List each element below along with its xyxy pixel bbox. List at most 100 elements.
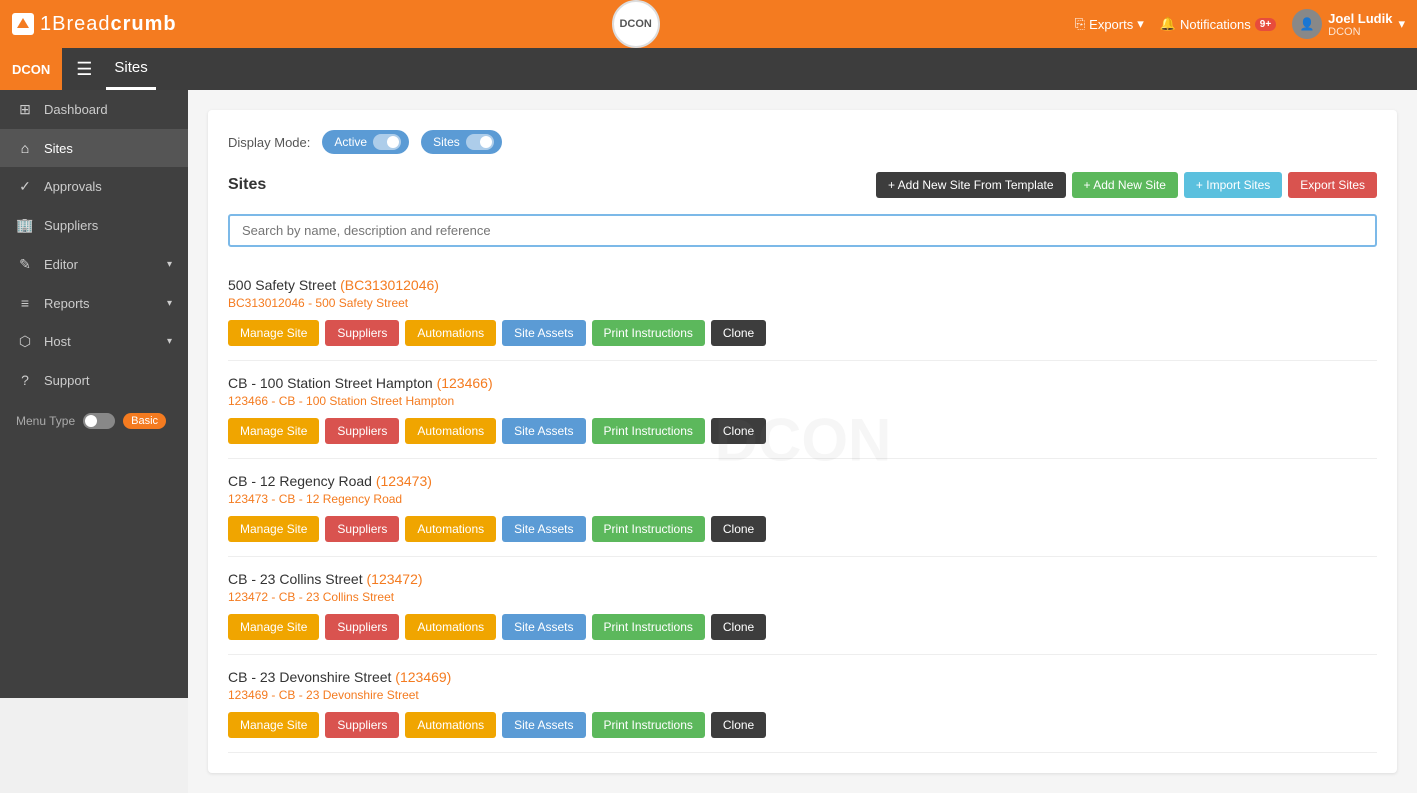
add-new-site-button[interactable]: + Add New Site (1072, 172, 1178, 198)
automations-button[interactable]: Automations (405, 614, 496, 640)
logo-icon (12, 13, 34, 35)
site-name: CB - 23 Collins Street (123472) (228, 571, 1377, 587)
content-card: DCON Display Mode: Active Sites Sites (208, 110, 1397, 773)
approvals-icon: ✓ (16, 178, 34, 195)
display-mode-row: Display Mode: Active Sites (228, 130, 1377, 154)
export-sites-button[interactable]: Export Sites (1288, 172, 1377, 198)
site-sub: 123466 - CB - 100 Station Street Hampton (228, 394, 1377, 408)
manage-site-button[interactable]: Manage Site (228, 712, 319, 738)
second-navbar: DCON ☰ Sites (0, 48, 1417, 90)
site-assets-button[interactable]: Site Assets (502, 516, 585, 542)
reports-expand-icon: ▾ (167, 298, 172, 309)
sites-toggle[interactable]: Sites (421, 130, 502, 154)
clone-button[interactable]: Clone (711, 418, 766, 444)
user-details: Joel Ludik DCON (1328, 11, 1392, 38)
reports-icon: ≡ (16, 295, 34, 311)
hamburger-menu[interactable]: ☰ (62, 59, 106, 80)
automations-button[interactable]: Automations (405, 516, 496, 542)
center-logo-area: DCON (197, 0, 1075, 48)
sidebar: ⊞ Dashboard ⌂ Sites ✓ Approvals 🏢 Suppli… (0, 90, 188, 698)
automations-button[interactable]: Automations (405, 418, 496, 444)
site-buttons: Manage Site Suppliers Automations Site A… (228, 614, 1377, 640)
sidebar-item-support[interactable]: ? Support (0, 361, 188, 399)
sites-list: 500 Safety Street (BC313012046) BC313012… (228, 263, 1377, 753)
manage-site-button[interactable]: Manage Site (228, 418, 319, 444)
automations-button[interactable]: Automations (405, 712, 496, 738)
print-instructions-button[interactable]: Print Instructions (592, 320, 705, 346)
suppliers-button[interactable]: Suppliers (325, 320, 399, 346)
site-id: (123469) (395, 669, 451, 685)
site-name: 500 Safety Street (BC313012046) (228, 277, 1377, 293)
site-buttons: Manage Site Suppliers Automations Site A… (228, 516, 1377, 542)
automations-button[interactable]: Automations (405, 320, 496, 346)
site-buttons: Manage Site Suppliers Automations Site A… (228, 418, 1377, 444)
dashboard-icon: ⊞ (16, 101, 34, 118)
sidebar-item-suppliers[interactable]: 🏢 Suppliers (0, 206, 188, 245)
sidebar-item-sites[interactable]: ⌂ Sites (0, 129, 188, 167)
site-sub: 123469 - CB - 23 Devonshire Street (228, 688, 1377, 702)
site-id: (BC313012046) (340, 277, 439, 293)
clone-button[interactable]: Clone (711, 712, 766, 738)
suppliers-button[interactable]: Suppliers (325, 712, 399, 738)
menu-type-row: Menu Type Basic (0, 403, 188, 439)
user-chevron-icon: ▾ (1398, 16, 1405, 32)
sidebar-item-approvals[interactable]: ✓ Approvals (0, 167, 188, 206)
site-item: 500 Safety Street (BC313012046) BC313012… (228, 263, 1377, 361)
site-name: CB - 100 Station Street Hampton (123466) (228, 375, 1377, 391)
editor-expand-icon: ▾ (167, 259, 172, 270)
site-item: CB - 23 Collins Street (123472) 123472 -… (228, 557, 1377, 655)
clone-button[interactable]: Clone (711, 320, 766, 346)
search-input[interactable] (228, 214, 1377, 247)
page-tab-sites[interactable]: Sites (106, 48, 155, 90)
sidebar-item-editor[interactable]: ✎ Editor ▾ (0, 245, 188, 284)
suppliers-button[interactable]: Suppliers (325, 614, 399, 640)
site-item: CB - 12 Regency Road (123473) 123473 - C… (228, 459, 1377, 557)
dcon-badge[interactable]: DCON (0, 48, 62, 90)
app-name: 1Breadcrumb (40, 13, 177, 36)
print-instructions-button[interactable]: Print Instructions (592, 712, 705, 738)
menu-type-toggle[interactable] (83, 413, 115, 429)
site-assets-button[interactable]: Site Assets (502, 418, 585, 444)
print-instructions-button[interactable]: Print Instructions (592, 418, 705, 444)
clone-button[interactable]: Clone (711, 614, 766, 640)
sites-icon: ⌂ (16, 140, 34, 156)
display-mode-label: Display Mode: (228, 135, 310, 150)
manage-site-button[interactable]: Manage Site (228, 320, 319, 346)
top-navbar: 1Breadcrumb DCON ⎘ Exports ▾ 🔔 Notificat… (0, 0, 1417, 48)
page-layout: ⊞ Dashboard ⌂ Sites ✓ Approvals 🏢 Suppli… (0, 90, 1417, 793)
suppliers-button[interactable]: Suppliers (325, 516, 399, 542)
app-logo: 1Breadcrumb (12, 13, 177, 36)
sidebar-item-reports[interactable]: ≡ Reports ▾ (0, 284, 188, 322)
import-sites-button[interactable]: + Import Sites (1184, 172, 1282, 198)
clone-button[interactable]: Clone (711, 516, 766, 542)
add-from-template-button[interactable]: + Add New Site From Template (876, 172, 1066, 198)
print-instructions-button[interactable]: Print Instructions (592, 614, 705, 640)
site-item: CB - 100 Station Street Hampton (123466)… (228, 361, 1377, 459)
notifications-button[interactable]: 🔔 Notifications 9+ (1160, 16, 1276, 32)
user-info[interactable]: 👤 Joel Ludik DCON ▾ (1292, 9, 1405, 39)
support-icon: ? (16, 372, 34, 388)
print-instructions-button[interactable]: Print Instructions (592, 516, 705, 542)
site-id: (123466) (437, 375, 493, 391)
host-expand-icon: ▾ (167, 336, 172, 347)
editor-icon: ✎ (16, 256, 34, 273)
bell-icon: 🔔 (1160, 16, 1176, 32)
sites-switch[interactable] (466, 134, 494, 150)
user-avatar: 👤 (1292, 9, 1322, 39)
active-toggle[interactable]: Active (322, 130, 409, 154)
export-icon: ⎘ (1075, 16, 1085, 32)
site-assets-button[interactable]: Site Assets (502, 320, 585, 346)
sidebar-item-host[interactable]: ⬡ Host ▾ (0, 322, 188, 361)
sites-section-title: Sites (228, 176, 266, 194)
sidebar-item-dashboard[interactable]: ⊞ Dashboard (0, 90, 188, 129)
manage-site-button[interactable]: Manage Site (228, 614, 319, 640)
sites-header: Sites + Add New Site From Template + Add… (228, 172, 1377, 198)
site-buttons: Manage Site Suppliers Automations Site A… (228, 712, 1377, 738)
site-assets-button[interactable]: Site Assets (502, 712, 585, 738)
site-assets-button[interactable]: Site Assets (502, 614, 585, 640)
active-switch[interactable] (373, 134, 401, 150)
suppliers-button[interactable]: Suppliers (325, 418, 399, 444)
exports-button[interactable]: ⎘ Exports ▾ (1075, 16, 1144, 32)
site-id: (123473) (376, 473, 432, 489)
manage-site-button[interactable]: Manage Site (228, 516, 319, 542)
